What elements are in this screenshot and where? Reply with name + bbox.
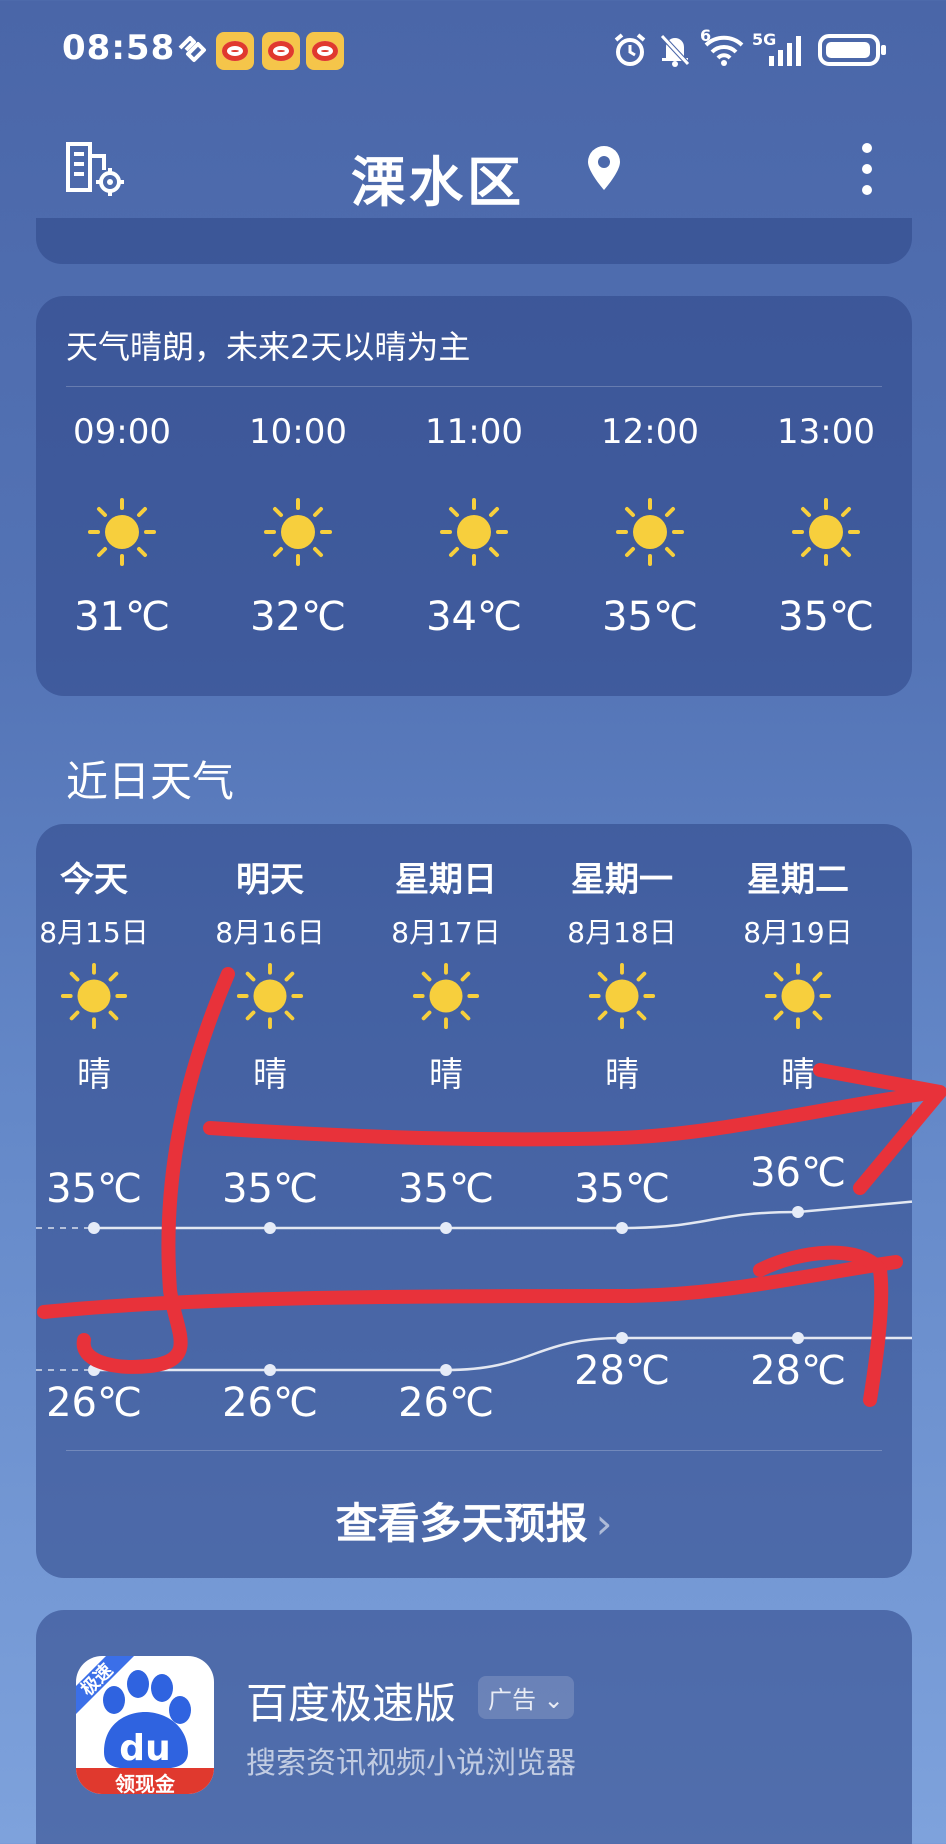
low-temp-label: 28℃	[750, 1348, 846, 1394]
ad-description: 搜索资讯视频小说浏览器	[246, 1746, 576, 1781]
ad-badge-label: 广告	[488, 1686, 536, 1714]
high-temp-label: 35℃	[398, 1166, 494, 1212]
ad-badge[interactable]: 广告 ⌄	[478, 1676, 574, 1719]
ad-app-name[interactable]: 百度极速版	[246, 1670, 456, 1731]
chevron-down-icon: ⌄	[543, 1686, 564, 1714]
red-annotation-strokes	[37, 967, 946, 1407]
ad-icon-text: du	[119, 1728, 171, 1769]
low-temp-label: 26℃	[222, 1380, 318, 1426]
high-temp-label: 35℃	[574, 1166, 670, 1212]
low-temp-label: 26℃	[46, 1380, 142, 1426]
high-temp-label: 35℃	[46, 1166, 142, 1212]
baidu-paw-icon[interactable]: 极速 du 领现金	[76, 1656, 214, 1794]
low-temp-label: 28℃	[574, 1348, 670, 1394]
ad-icon-bottom-text: 领现金	[115, 1772, 175, 1794]
low-temp-label: 26℃	[398, 1380, 494, 1426]
high-temp-label: 36℃	[750, 1150, 846, 1196]
high-temp-label: 35℃	[222, 1166, 318, 1212]
